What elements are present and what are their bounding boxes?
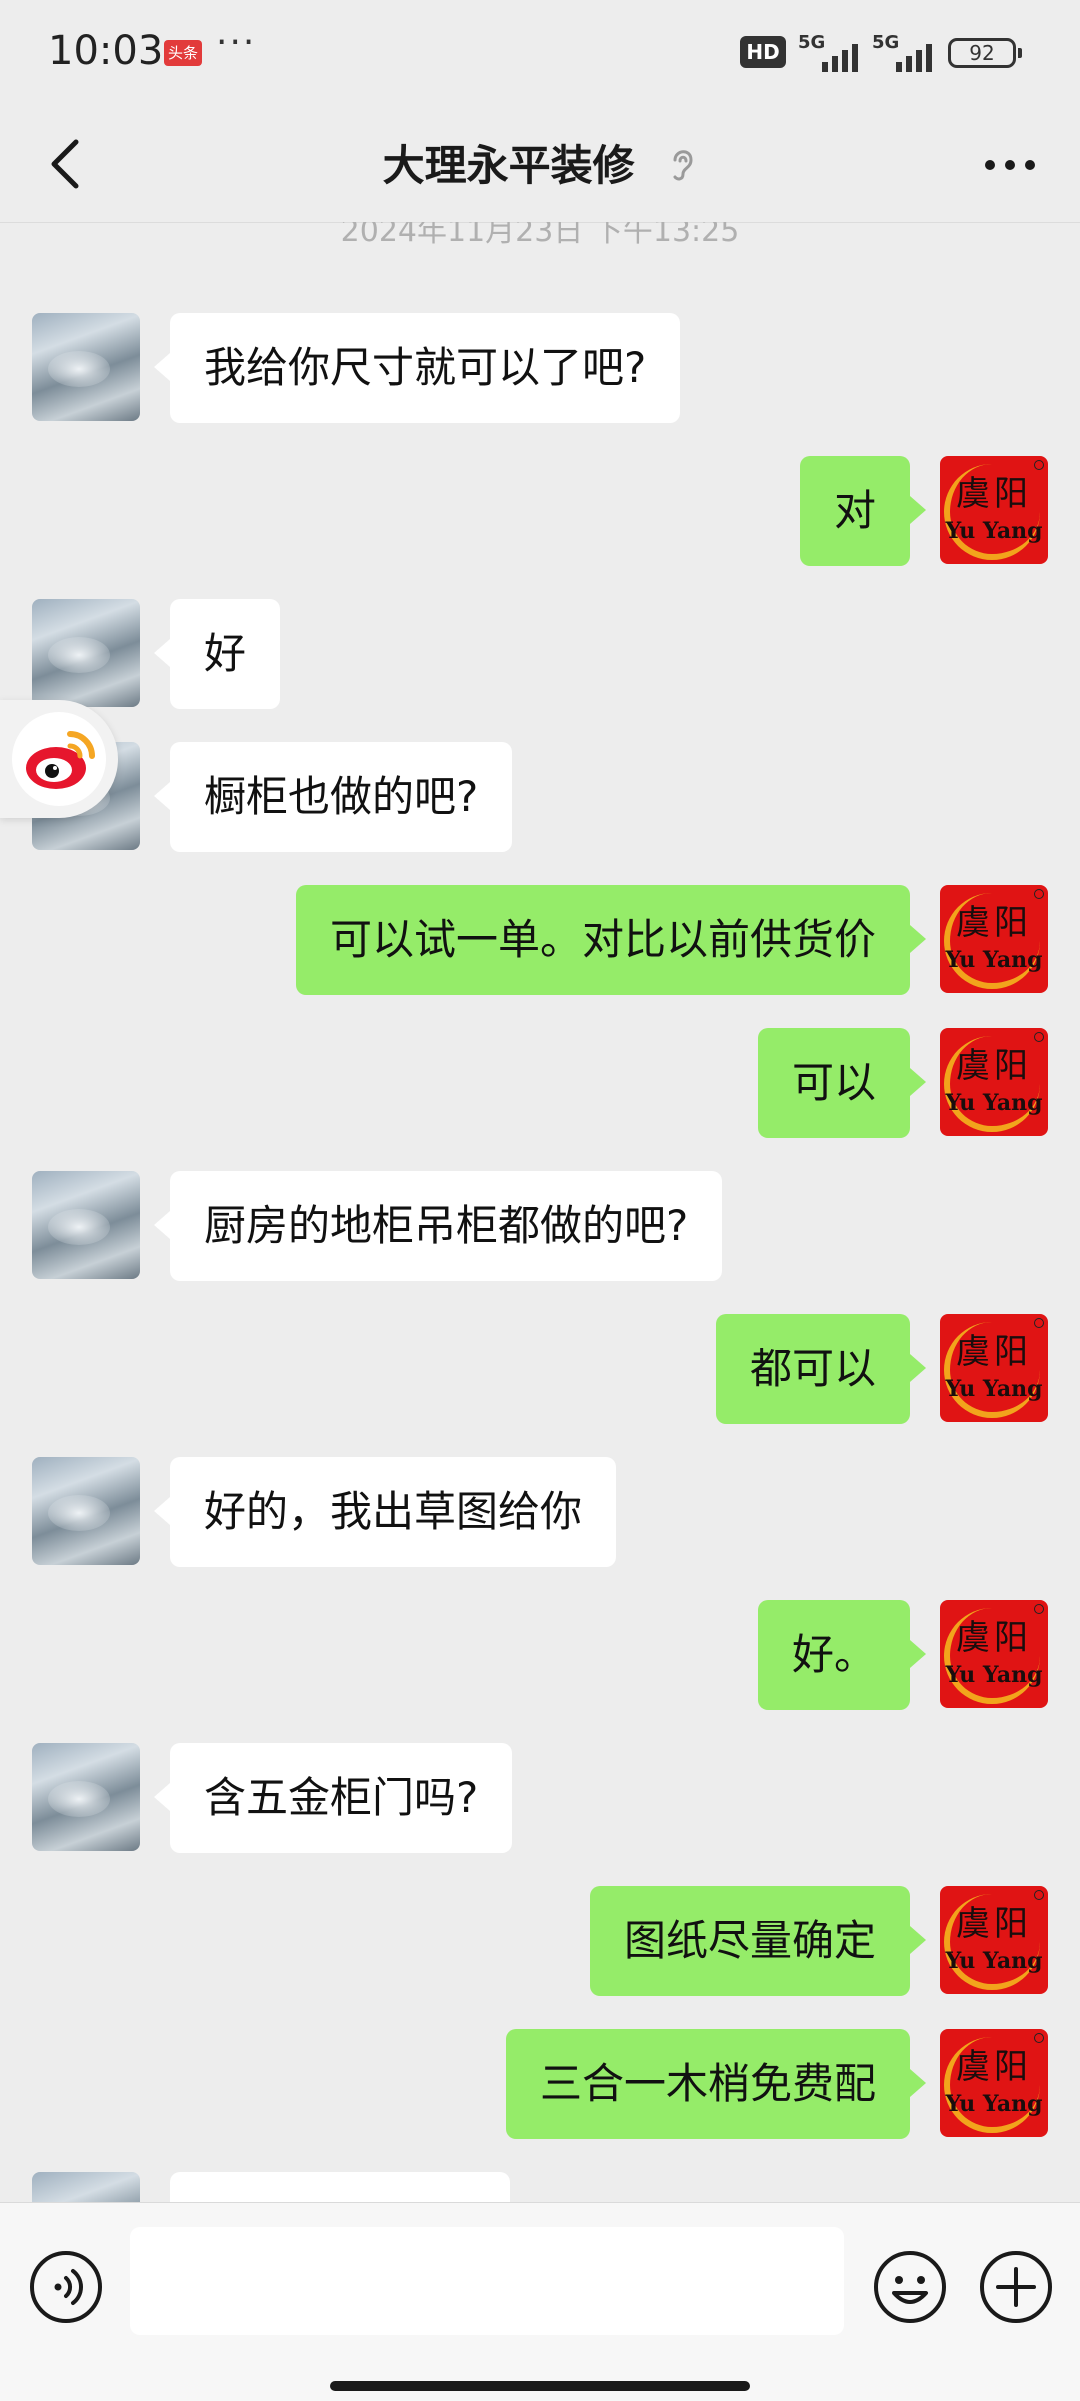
message-row: 图纸尽量确定 虞阳 Yu Yang: [0, 1886, 1080, 1996]
message-row: 可以试一单。对比以前供货价 虞阳 Yu Yang: [0, 885, 1080, 995]
status-bar: 10:03 头条 ··· HD 5G 5G 92: [0, 0, 1080, 110]
sent-message[interactable]: 对: [799, 456, 927, 566]
chat-title: 大理永平装修: [382, 141, 635, 190]
contact-avatar[interactable]: [32, 599, 140, 707]
chat-header: 大理永平装修: [0, 110, 1080, 223]
status-time: 10:03: [48, 28, 164, 74]
message-row: [0, 2172, 1080, 2202]
my-avatar[interactable]: 虞阳 Yu Yang: [940, 1600, 1048, 1708]
message-text-input[interactable]: [130, 2227, 844, 2335]
status-more-dots: ···: [216, 22, 257, 63]
my-avatar[interactable]: 虞阳 Yu Yang: [940, 456, 1048, 564]
received-message[interactable]: 我给你尺寸就可以了吧?: [153, 313, 681, 423]
sent-message[interactable]: 图纸尽量确定: [589, 1886, 927, 1996]
my-avatar[interactable]: 虞阳 Yu Yang: [940, 1886, 1048, 1994]
message-row: 我给你尺寸就可以了吧?: [0, 313, 1080, 423]
plus-icon[interactable]: [978, 2249, 1054, 2325]
emoji-icon[interactable]: [872, 2249, 948, 2325]
chat-title-wrap: 大理永平装修: [0, 132, 1080, 194]
more-horizontal-icon[interactable]: [980, 140, 1040, 190]
chat-message-list[interactable]: 2024年11月23日 下午13:25 我给你尺寸就可以了吧? 对 虞阳 Yu Y…: [0, 222, 1080, 2202]
received-message[interactable]: 含五金柜门吗?: [153, 1743, 513, 1853]
toutiao-news-icon: 头条: [164, 40, 202, 66]
my-avatar[interactable]: 虞阳 Yu Yang: [940, 885, 1048, 993]
message-row: 好: [0, 599, 1080, 709]
message-row: 好的，我出草图给你: [0, 1457, 1080, 1567]
received-message[interactable]: [170, 2172, 510, 2202]
sent-message[interactable]: 都可以: [715, 1314, 927, 1424]
sent-message[interactable]: 可以: [757, 1028, 927, 1138]
received-message[interactable]: 橱柜也做的吧?: [153, 742, 513, 852]
received-message[interactable]: 好: [153, 599, 281, 709]
received-message[interactable]: 好的，我出草图给你: [153, 1457, 617, 1567]
sent-message[interactable]: 三合一木梢免费配: [505, 2029, 927, 2139]
contact-avatar[interactable]: [32, 1743, 140, 1851]
contact-avatar[interactable]: [32, 1457, 140, 1565]
battery-icon: 92: [948, 38, 1022, 68]
chat-timestamp: 2024年11月23日 下午13:25: [340, 222, 740, 249]
contact-avatar[interactable]: [32, 1171, 140, 1279]
sent-message[interactable]: 好。: [757, 1600, 927, 1710]
message-row: 三合一木梢免费配 虞阳 Yu Yang: [0, 2029, 1080, 2139]
contact-avatar[interactable]: [32, 2172, 140, 2202]
home-indicator[interactable]: [330, 2381, 750, 2391]
weibo-icon: [12, 712, 106, 806]
message-input-bar: [0, 2202, 1080, 2401]
signal-5g-icon: 5G: [872, 32, 944, 72]
message-row: 橱柜也做的吧?: [0, 742, 1080, 852]
message-row: 厨房的地柜吊柜都做的吧?: [0, 1171, 1080, 1281]
sent-message[interactable]: 可以试一单。对比以前供货价: [295, 885, 927, 995]
message-row: 好。 虞阳 Yu Yang: [0, 1600, 1080, 1710]
message-row: 含五金柜门吗?: [0, 1743, 1080, 1853]
message-row: 可以 虞阳 Yu Yang: [0, 1028, 1080, 1138]
voice-icon[interactable]: [28, 2249, 104, 2325]
my-avatar[interactable]: 虞阳 Yu Yang: [940, 1314, 1048, 1422]
my-avatar[interactable]: 虞阳 Yu Yang: [940, 2029, 1048, 2137]
message-row: 都可以 虞阳 Yu Yang: [0, 1314, 1080, 1424]
signal-5g-icon: 5G: [798, 32, 870, 72]
hd-voice-icon: HD: [740, 36, 786, 68]
contact-avatar[interactable]: [32, 313, 140, 421]
ear-icon: [667, 144, 697, 194]
received-message[interactable]: 厨房的地柜吊柜都做的吧?: [153, 1171, 723, 1281]
message-row: 对 虞阳 Yu Yang: [0, 456, 1080, 566]
weibo-floating-button[interactable]: [0, 700, 118, 818]
my-avatar[interactable]: 虞阳 Yu Yang: [940, 1028, 1048, 1136]
